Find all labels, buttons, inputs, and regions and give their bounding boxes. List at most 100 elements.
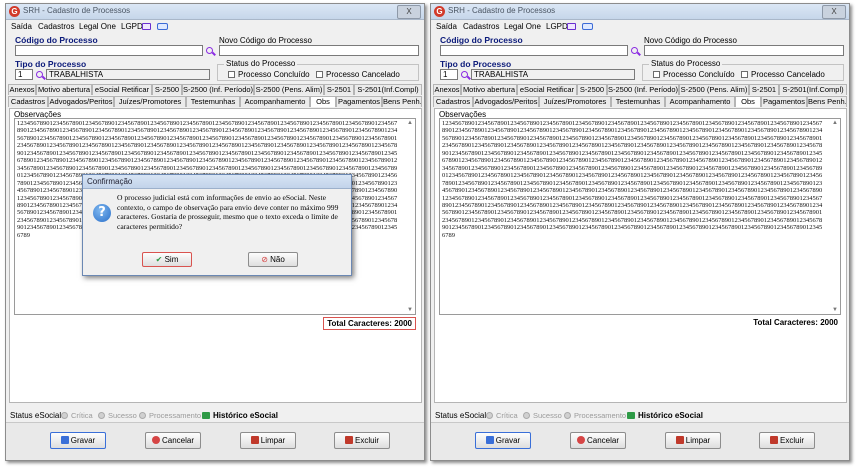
monitor-icon[interactable]	[567, 23, 576, 30]
tab-bens-penh[interactable]: Bens Penh.	[807, 96, 847, 107]
tab-s2500[interactable]: S-2500	[577, 84, 607, 95]
search-icon[interactable]	[461, 71, 468, 78]
radio-critica-label: Crítica	[71, 411, 93, 420]
tab-s2500-inf-periodo[interactable]: S-2500 (Inf. Período)	[607, 84, 679, 95]
delete-icon	[769, 436, 778, 444]
cancelar-button[interactable]: Cancelar	[570, 432, 626, 449]
radio-critica[interactable]	[61, 412, 68, 419]
monitor-icon[interactable]	[142, 23, 151, 30]
tipo-name-field: TRABALHISTA	[46, 69, 210, 80]
tab-s2500[interactable]: S-2500	[152, 84, 182, 95]
tab-s2500-inf-periodo[interactable]: S-2500 (Inf. Período)	[182, 84, 254, 95]
search-icon[interactable]	[206, 47, 213, 54]
excluir-button[interactable]: Excluir	[759, 432, 815, 449]
scroll-down-icon[interactable]: ▼	[407, 307, 413, 313]
cancelado-label: Processo Cancelado	[751, 70, 825, 79]
tab-obs[interactable]: Obs	[310, 96, 336, 107]
radio-sucesso[interactable]	[98, 412, 105, 419]
tab-anexos[interactable]: Anexos	[433, 84, 461, 95]
radio-sucesso[interactable]	[523, 412, 530, 419]
cancelado-label: Processo Cancelado	[326, 70, 400, 79]
tipo-code-input[interactable]: 1	[15, 69, 33, 80]
tab-juizes-promotores[interactable]: Juízes/Promotores	[114, 96, 186, 107]
no-button[interactable]: ⊘ Não	[248, 252, 298, 267]
tab-anexos[interactable]: Anexos	[8, 84, 36, 95]
codigo-input[interactable]	[15, 45, 203, 56]
tab-bens-penh[interactable]: Bens Penh.	[382, 96, 422, 107]
tab-s2501-inf-compl[interactable]: S-2501(Inf.Compl)	[354, 84, 422, 95]
gravar-label: Gravar	[495, 436, 521, 445]
tab-s2501[interactable]: S-2501	[749, 84, 779, 95]
menu-legal-one[interactable]: Legal One	[79, 22, 116, 31]
radio-processamento[interactable]	[139, 412, 146, 419]
novo-codigo-input[interactable]	[219, 45, 419, 56]
menu-lgpd[interactable]: LGPD	[546, 22, 568, 31]
radio-processamento-label: Processamento	[574, 411, 627, 420]
checkbox-cancelado[interactable]	[741, 71, 748, 78]
gravar-button[interactable]: Gravar	[50, 432, 106, 449]
tipo-code-input[interactable]: 1	[440, 69, 458, 80]
checkbox-cancelado[interactable]	[316, 71, 323, 78]
status-esocial-label: Status eSocial	[435, 411, 487, 420]
search-icon[interactable]	[36, 71, 43, 78]
tab-pagamentos[interactable]: Pagamentos	[336, 96, 382, 107]
status-processo-title: Status do Processo	[224, 59, 298, 68]
scroll-up-icon[interactable]: ▲	[832, 120, 838, 126]
menu-legal-one[interactable]: Legal One	[504, 22, 541, 31]
eraser-icon	[675, 436, 684, 444]
search-icon[interactable]	[631, 47, 638, 54]
tab-testemunhas[interactable]: Testemunhas	[186, 96, 240, 107]
tab-motivo-abertura[interactable]: Motivo abertura	[36, 84, 92, 95]
limpar-button[interactable]: Limpar	[665, 432, 721, 449]
cancelar-button[interactable]: Cancelar	[145, 432, 201, 449]
status-esocial-label: Status eSocial	[10, 411, 62, 420]
close-button[interactable]: X	[822, 5, 846, 19]
tab-motivo-abertura[interactable]: Motivo abertura	[461, 84, 517, 95]
gravar-button[interactable]: Gravar	[475, 432, 531, 449]
historico-esocial-button[interactable]: Histórico eSocial	[213, 411, 278, 420]
tab-s2500-pens-alim[interactable]: S-2500 (Pens. Alim)	[254, 84, 324, 95]
menu-cadastros[interactable]: Cadastros	[38, 22, 74, 31]
tab-s2501[interactable]: S-2501	[324, 84, 354, 95]
window-title: SRH - Cadastro de Processos	[448, 6, 556, 15]
yes-button[interactable]: ✔ Sim	[142, 252, 192, 267]
menu-saida[interactable]: Saída	[11, 22, 32, 31]
save-icon	[60, 436, 69, 444]
tab-acompanhamento[interactable]: Acompanhamento	[240, 96, 310, 107]
radio-critica[interactable]	[486, 412, 493, 419]
novo-codigo-input[interactable]	[644, 45, 844, 56]
excluir-button[interactable]: Excluir	[334, 432, 390, 449]
scroll-up-icon[interactable]: ▲	[407, 120, 413, 126]
comment-icon[interactable]	[157, 23, 168, 30]
app-icon: G	[434, 6, 445, 17]
close-button[interactable]: X	[397, 5, 421, 19]
checkbox-concluido[interactable]	[653, 71, 660, 78]
menu-cadastros[interactable]: Cadastros	[463, 22, 499, 31]
checkbox-concluido[interactable]	[228, 71, 235, 78]
radio-sucesso-label: Sucesso	[108, 411, 137, 420]
tab-advogados-peritos[interactable]: Advogados/Peritos	[473, 96, 539, 107]
tab-cadastros[interactable]: Cadastros	[8, 96, 48, 107]
scroll-down-icon[interactable]: ▼	[832, 307, 838, 313]
tab-s2501-inf-compl[interactable]: S-2501(Inf.Compl)	[779, 84, 847, 95]
tab-acompanhamento[interactable]: Acompanhamento	[665, 96, 735, 107]
codigo-input[interactable]	[440, 45, 628, 56]
tab-pagamentos[interactable]: Pagamentos	[761, 96, 807, 107]
tab-esocial-retificar[interactable]: eSocial Retificar	[517, 84, 577, 95]
tab-juizes-promotores[interactable]: Juízes/Promotores	[539, 96, 611, 107]
tab-obs[interactable]: Obs	[735, 96, 761, 107]
menu-saida[interactable]: Saída	[436, 22, 457, 31]
comment-icon[interactable]	[582, 23, 593, 30]
tab-esocial-retificar[interactable]: eSocial Retificar	[92, 84, 152, 95]
tab-cadastros[interactable]: Cadastros	[433, 96, 473, 107]
obs-textarea[interactable]: 1234567890123456789012345678901234567890…	[439, 118, 841, 315]
radio-processamento[interactable]	[564, 412, 571, 419]
historico-esocial-button[interactable]: Histórico eSocial	[638, 411, 703, 420]
tab-testemunhas[interactable]: Testemunhas	[611, 96, 665, 107]
radio-processamento-label: Processamento	[149, 411, 202, 420]
menu-lgpd[interactable]: LGPD	[121, 22, 143, 31]
codigo-label: Código do Processo	[440, 35, 523, 45]
limpar-button[interactable]: Limpar	[240, 432, 296, 449]
tab-advogados-peritos[interactable]: Advogados/Peritos	[48, 96, 114, 107]
tab-s2500-pens-alim[interactable]: S-2500 (Pens. Alim)	[679, 84, 749, 95]
